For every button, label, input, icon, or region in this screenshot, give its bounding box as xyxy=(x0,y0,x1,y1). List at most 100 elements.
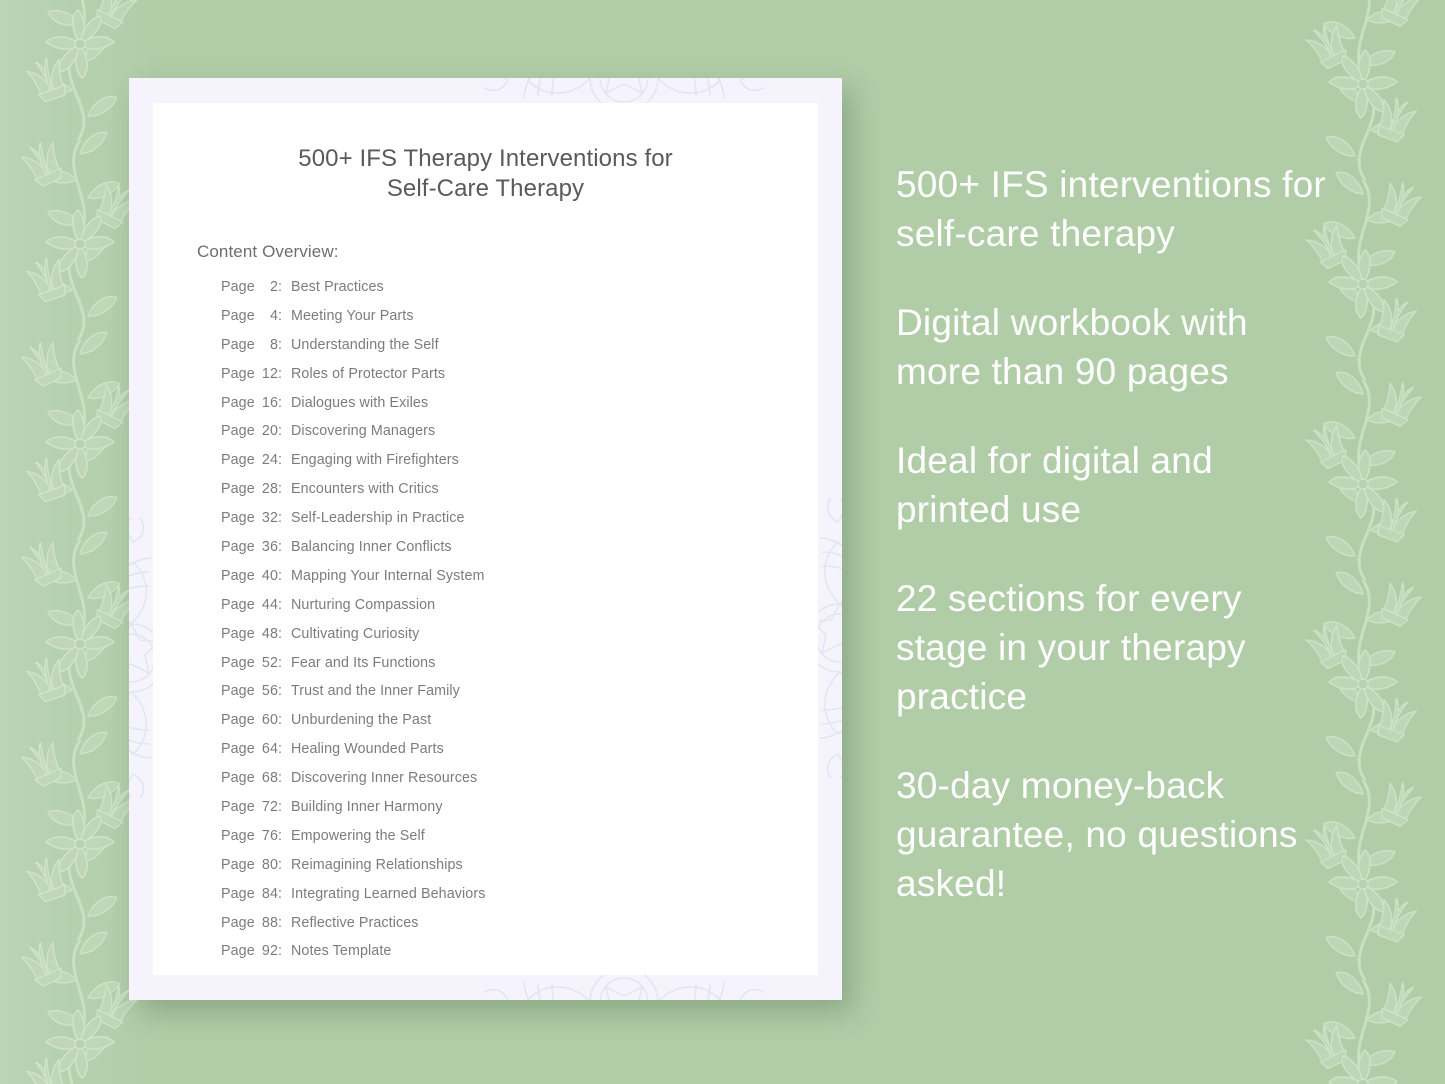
toc-colon: : xyxy=(278,914,283,931)
toc-entry: Page 16: Dialogues with Exiles xyxy=(221,395,801,424)
toc-colon: : xyxy=(278,539,283,556)
toc-page-word: Page xyxy=(221,336,255,353)
toc-colon: : xyxy=(278,567,283,584)
toc-entry: Page 2: Best Practices xyxy=(221,279,801,308)
toc-colon: : xyxy=(278,712,283,729)
toc-entry-title: Unburdening the Past xyxy=(291,712,432,729)
toc-entry-title: Roles of Protector Parts xyxy=(291,365,446,382)
feature-bullet: 30-day money-back guarantee, no question… xyxy=(896,765,1298,904)
toc-entry-title: Balancing Inner Conflicts xyxy=(291,539,452,556)
toc-page-word: Page xyxy=(221,654,255,671)
toc-page-word: Page xyxy=(221,770,255,787)
toc-page-number: 8 xyxy=(269,336,278,353)
toc-page-word: Page xyxy=(221,423,255,440)
toc-entry-title: Engaging with Firefighters xyxy=(291,452,459,469)
toc-colon: : xyxy=(278,625,283,642)
toc-page-number: 52 xyxy=(261,654,278,671)
toc-page-number: 40 xyxy=(261,567,278,584)
toc-entry-title: Notes Template xyxy=(291,943,392,960)
document-preview-card[interactable]: 500+ IFS Therapy Interventions for Self-… xyxy=(129,78,842,1000)
toc-colon: : xyxy=(278,770,283,787)
toc-colon: : xyxy=(278,799,283,816)
toc-page-word: Page xyxy=(221,596,255,613)
toc-colon: : xyxy=(278,365,283,382)
promo-graphic-canvas: 500+ IFS Therapy Interventions for Self-… xyxy=(0,0,1445,1084)
toc-page-word: Page xyxy=(221,452,255,469)
toc-entry: Page 68: Discovering Inner Resources xyxy=(221,770,801,799)
toc-entry: Page 28: Encounters with Critics xyxy=(221,481,801,510)
toc-page-number: 36 xyxy=(261,539,278,556)
toc-entry: Page 36: Balancing Inner Conflicts xyxy=(221,539,801,568)
toc-page-word: Page xyxy=(221,799,255,816)
toc-colon: : xyxy=(278,279,283,295)
toc-entry-title: Dialogues with Exiles xyxy=(291,394,429,411)
toc-colon: : xyxy=(278,654,283,671)
toc-page-word: Page xyxy=(221,567,255,584)
toc-page-number: 16 xyxy=(261,394,278,411)
toc-page-number: 92 xyxy=(261,943,278,960)
toc-page-number: 84 xyxy=(261,885,278,902)
toc-page-word: Page xyxy=(221,394,255,411)
feature-bullet: Digital workbook with more than 90 pages xyxy=(896,302,1248,392)
toc-page-number: 24 xyxy=(261,452,278,469)
toc-entry: Page 48: Cultivating Curiosity xyxy=(221,626,801,655)
feature-bullet: 22 sections for every stage in your ther… xyxy=(896,578,1246,717)
toc-page-word: Page xyxy=(221,307,255,324)
toc-entry-title: Healing Wounded Parts xyxy=(291,741,444,758)
toc-entry-title: Empowering the Self xyxy=(291,827,425,844)
toc-entry-title: Meeting Your Parts xyxy=(291,307,414,324)
toc-entry-title: Cultivating Curiosity xyxy=(291,625,420,642)
toc-entry-title: Self-Leadership in Practice xyxy=(291,510,465,527)
toc-entry: Page 76: Empowering the Self xyxy=(221,828,801,857)
toc-page-word: Page xyxy=(221,827,255,844)
toc-colon: : xyxy=(278,423,283,440)
toc-entry-title: Fear and Its Functions xyxy=(291,654,436,671)
toc-page-word: Page xyxy=(221,625,255,642)
toc-entry: Page 56: Trust and the Inner Family xyxy=(221,683,801,712)
toc-page-word: Page xyxy=(221,741,255,758)
toc-page-word: Page xyxy=(221,683,255,700)
table-of-contents-list: Page 2: Best Practices Page 4: Meeting Your P… xyxy=(221,279,801,972)
toc-colon: : xyxy=(278,481,283,498)
toc-page-word: Page xyxy=(221,539,255,556)
toc-page-word: Page xyxy=(221,856,255,873)
toc-page-word: Page xyxy=(221,712,255,729)
toc-entry-title: Reimagining Relationships xyxy=(291,856,463,873)
toc-entry: Page 64: Healing Wounded Parts xyxy=(221,741,801,770)
toc-page-number: 80 xyxy=(261,856,278,873)
toc-entry-title: Reflective Practices xyxy=(291,914,419,931)
toc-colon: : xyxy=(278,885,283,902)
toc-entry: Page 8: Understanding the Self xyxy=(221,337,801,366)
feature-bullet: 500+ IFS interventions for self-care the… xyxy=(896,164,1326,254)
toc-page-number: 88 xyxy=(261,914,278,931)
toc-entry: Page 80: Reimagining Relationships xyxy=(221,857,801,886)
toc-entry-title: Trust and the Inner Family xyxy=(291,683,460,700)
toc-page-number: 28 xyxy=(261,481,278,498)
toc-colon: : xyxy=(278,856,283,873)
toc-page-word: Page xyxy=(221,510,255,527)
toc-entry: Page 20: Discovering Managers xyxy=(221,423,801,452)
feature-bullet: Ideal for digital and printed use xyxy=(896,440,1213,530)
toc-colon: : xyxy=(278,741,283,758)
toc-entry: Page 24: Engaging with Firefighters xyxy=(221,452,801,481)
toc-entry-title: Discovering Managers xyxy=(291,423,436,440)
toc-entry: Page 40: Mapping Your Internal System xyxy=(221,568,801,597)
toc-page-number: 48 xyxy=(261,625,278,642)
toc-colon: : xyxy=(278,336,283,353)
toc-colon: : xyxy=(278,452,283,469)
toc-entry: Page 92: Notes Template xyxy=(221,943,801,972)
toc-page-word: Page xyxy=(221,481,255,498)
toc-entry: Page 72: Building Inner Harmony xyxy=(221,799,801,828)
document-page: 500+ IFS Therapy Interventions for Self-… xyxy=(153,103,818,975)
toc-page-word: Page xyxy=(221,279,255,295)
toc-page-number: 44 xyxy=(261,596,278,613)
toc-page-number: 32 xyxy=(261,510,278,527)
toc-colon: : xyxy=(278,943,283,960)
toc-entry: Page 12: Roles of Protector Parts xyxy=(221,366,801,395)
feature-bullet-list: 500+ IFS interventions for self-care the… xyxy=(896,160,1326,908)
toc-page-number: 4 xyxy=(269,307,278,324)
toc-page-number: 60 xyxy=(261,712,278,729)
toc-entry-title: Building Inner Harmony xyxy=(291,799,443,816)
toc-page-number: 64 xyxy=(261,741,278,758)
toc-entry: Page 88: Reflective Practices xyxy=(221,915,801,944)
